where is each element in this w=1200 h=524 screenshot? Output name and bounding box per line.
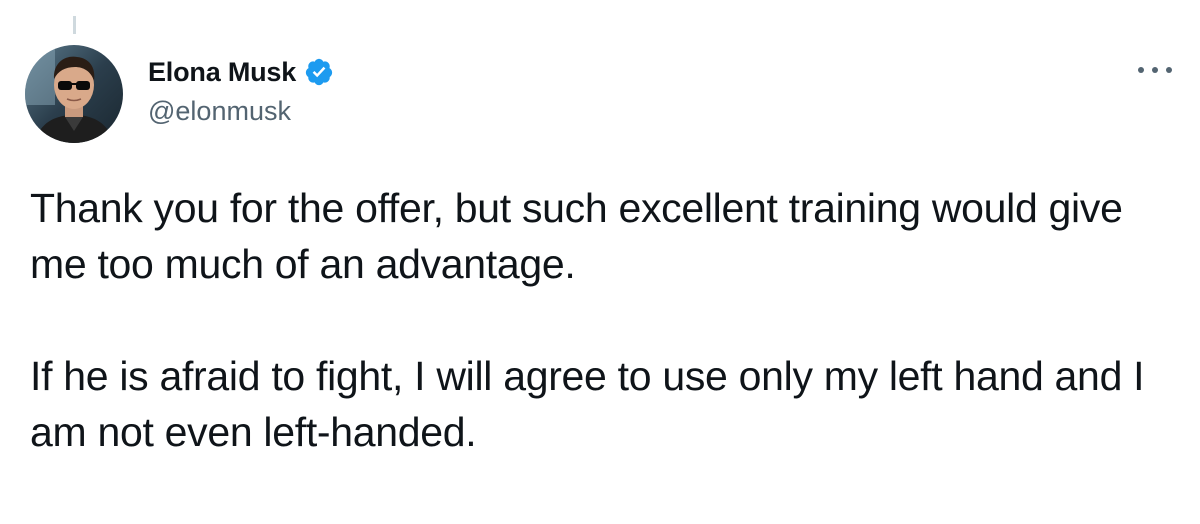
more-options-icon[interactable] (1138, 60, 1172, 80)
avatar[interactable] (25, 45, 123, 143)
user-handle[interactable]: @elonmusk (148, 96, 334, 127)
tweet-paragraph: Thank you for the offer, but such excell… (30, 185, 1123, 287)
tweet-paragraph: If he is afraid to fight, I will agree t… (30, 353, 1145, 455)
thread-line (73, 16, 76, 34)
tweet-text: Thank you for the offer, but such excell… (30, 180, 1180, 460)
author-block: Elona Musk @elonmusk (148, 54, 334, 127)
verified-badge-icon (304, 57, 334, 87)
display-name[interactable]: Elona Musk (148, 57, 296, 88)
name-row: Elona Musk (148, 54, 334, 90)
profile-photo (25, 45, 123, 143)
